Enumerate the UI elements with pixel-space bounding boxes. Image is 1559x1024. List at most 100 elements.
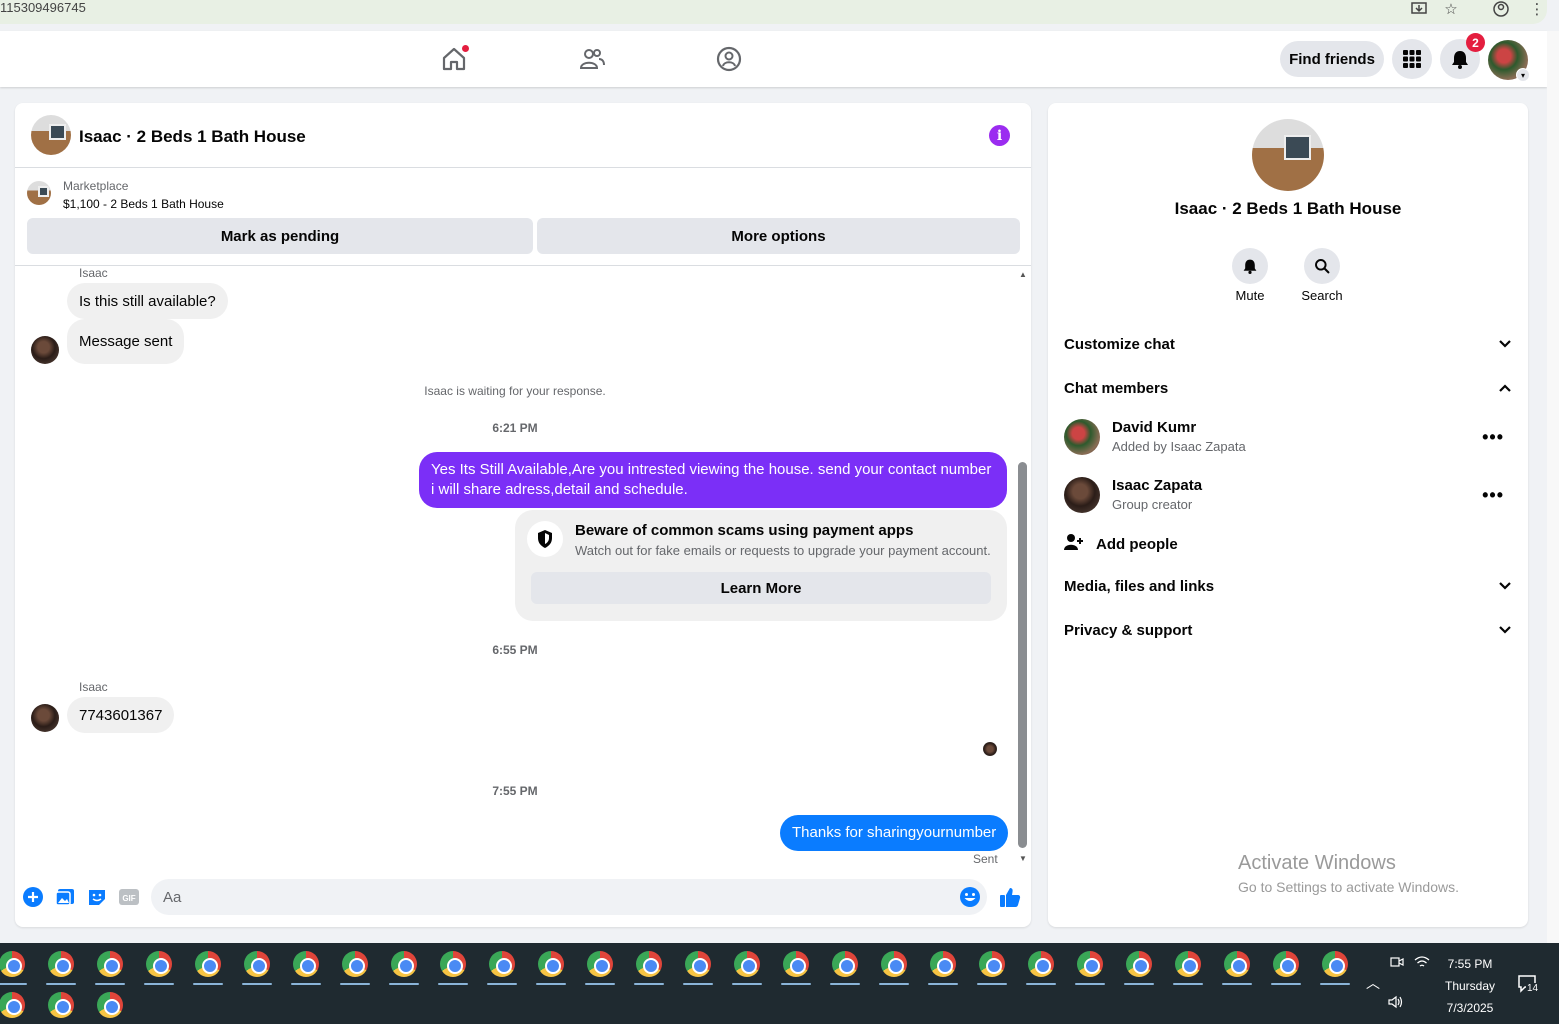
incoming-message[interactable]: Message sent bbox=[67, 319, 185, 364]
incoming-message[interactable]: Is this still available? bbox=[67, 283, 228, 319]
more-options-icon[interactable]: ••• bbox=[1482, 485, 1504, 506]
media-files-section[interactable]: Media, files and links bbox=[1064, 574, 1512, 598]
grid-icon bbox=[1403, 50, 1421, 68]
network-icon[interactable] bbox=[1414, 955, 1430, 972]
chrome-window-icon[interactable] bbox=[734, 951, 760, 977]
chrome-window-icon[interactable] bbox=[538, 951, 564, 977]
friends-icon[interactable] bbox=[578, 45, 606, 73]
marketplace-label: Marketplace bbox=[63, 179, 129, 193]
menu-grid-button[interactable] bbox=[1392, 39, 1432, 79]
member-avatar[interactable] bbox=[1064, 477, 1100, 513]
customize-chat-section[interactable]: Customize chat bbox=[1064, 332, 1512, 356]
taskbar-active-indicator bbox=[1320, 983, 1350, 985]
watermark-subtitle: Go to Settings to activate Windows. bbox=[1238, 879, 1459, 895]
learn-more-button[interactable]: Learn More bbox=[531, 572, 991, 604]
show-hidden-icons-chevron[interactable]: ︿ bbox=[1366, 973, 1380, 993]
chrome-window-icon[interactable] bbox=[489, 951, 515, 977]
scroll-down-arrow[interactable]: ▼ bbox=[1018, 854, 1028, 863]
photo-icon[interactable] bbox=[54, 886, 76, 908]
bookmark-star-icon[interactable]: ☆ bbox=[1442, 0, 1460, 18]
listing-thumbnail[interactable] bbox=[27, 181, 51, 205]
page-scrollbar[interactable] bbox=[1547, 31, 1559, 943]
outgoing-message[interactable]: Thanks for sharingyournumber bbox=[780, 815, 1009, 851]
chrome-window-icon[interactable] bbox=[293, 951, 319, 977]
chrome-window-icon[interactable] bbox=[1273, 951, 1299, 977]
chrome-window-icon[interactable] bbox=[440, 951, 466, 977]
chrome-window-icon[interactable] bbox=[342, 951, 368, 977]
chrome-window-icon[interactable] bbox=[685, 951, 711, 977]
chrome-window-icon[interactable] bbox=[1077, 951, 1103, 977]
chrome-window-icon[interactable] bbox=[1224, 951, 1250, 977]
more-options-icon[interactable]: ••• bbox=[1482, 427, 1504, 448]
chrome-window-icon[interactable] bbox=[97, 992, 123, 1018]
chrome-window-icon[interactable] bbox=[1175, 951, 1201, 977]
chrome-window-icon[interactable] bbox=[0, 992, 25, 1018]
chrome-window-icon[interactable] bbox=[391, 951, 417, 977]
account-avatar[interactable]: ▾ bbox=[1488, 40, 1530, 82]
bell-icon[interactable] bbox=[1232, 248, 1268, 284]
mark-pending-button[interactable]: Mark as pending bbox=[27, 218, 533, 254]
meet-now-icon[interactable] bbox=[1390, 955, 1404, 972]
chrome-window-icon[interactable] bbox=[930, 951, 956, 977]
chat-avatar[interactable] bbox=[31, 115, 71, 155]
chat-title[interactable]: Isaac · 2 Beds 1 Bath House bbox=[79, 127, 306, 147]
listing-title[interactable]: $1,100 - 2 Beds 1 Bath House bbox=[63, 197, 224, 211]
search-action[interactable]: Search bbox=[1286, 248, 1358, 303]
chrome-window-icon[interactable] bbox=[244, 951, 270, 977]
profile-icon[interactable] bbox=[1492, 0, 1510, 18]
gif-icon[interactable]: GIF bbox=[118, 886, 140, 908]
install-app-icon[interactable] bbox=[1410, 0, 1428, 18]
outgoing-message[interactable]: Yes Its Still Available,Are you intreste… bbox=[419, 452, 1007, 508]
chrome-window-icon[interactable] bbox=[587, 951, 613, 977]
chrome-window-icon[interactable] bbox=[48, 992, 74, 1018]
notification-center-icon[interactable]: 14 bbox=[1517, 974, 1543, 1000]
chrome-window-icon[interactable] bbox=[832, 951, 858, 977]
chat-panel: Isaac · 2 Beds 1 Bath House i Marketplac… bbox=[15, 103, 1031, 927]
chrome-window-icon[interactable] bbox=[48, 951, 74, 977]
taskbar-active-indicator bbox=[732, 983, 762, 985]
chat-members-section[interactable]: Chat members bbox=[1064, 376, 1512, 400]
emoji-icon[interactable] bbox=[959, 886, 981, 908]
scam-warning-title: Beware of common scams using payment app… bbox=[575, 522, 914, 539]
member-row[interactable]: David Kumr Added by Isaac Zapata ••• bbox=[1064, 419, 1512, 459]
scroll-up-arrow[interactable]: ▲ bbox=[1018, 270, 1028, 279]
message-input[interactable] bbox=[151, 879, 987, 915]
system-clock[interactable]: 7:55 PM Thursday 7/3/2025 bbox=[1430, 953, 1510, 1019]
mute-action[interactable]: Mute bbox=[1214, 248, 1286, 303]
plus-icon[interactable] bbox=[22, 886, 44, 908]
scroll-thumb[interactable] bbox=[1018, 462, 1027, 848]
chat-scrollbar[interactable]: ▲ ▼ bbox=[1016, 266, 1030, 866]
like-thumb-icon[interactable] bbox=[999, 886, 1021, 908]
conversation-avatar[interactable] bbox=[1252, 119, 1324, 191]
more-options-button[interactable]: More options bbox=[537, 218, 1020, 254]
sticker-icon[interactable] bbox=[86, 886, 108, 908]
browser-url-bar[interactable]: 115309496745 ☆ ⋮ bbox=[0, 0, 1547, 24]
groups-icon[interactable] bbox=[715, 45, 743, 73]
incoming-message[interactable]: 7743601367 bbox=[67, 697, 175, 733]
taskbar-active-indicator bbox=[977, 983, 1007, 985]
member-avatar[interactable] bbox=[1064, 419, 1100, 455]
browser-menu-icon[interactable]: ⋮ bbox=[1528, 0, 1546, 18]
find-friends-button[interactable]: Find friends bbox=[1280, 41, 1384, 77]
chrome-window-icon[interactable] bbox=[783, 951, 809, 977]
chrome-window-icon[interactable] bbox=[1126, 951, 1152, 977]
info-icon[interactable]: i bbox=[989, 125, 1010, 146]
chrome-window-icon[interactable] bbox=[146, 951, 172, 977]
sender-avatar[interactable] bbox=[31, 336, 59, 364]
add-people-button[interactable]: Add people bbox=[1064, 532, 1178, 556]
chrome-window-icon[interactable] bbox=[1028, 951, 1054, 977]
privacy-support-section[interactable]: Privacy & support bbox=[1064, 618, 1512, 642]
chrome-window-icon[interactable] bbox=[0, 951, 25, 977]
member-row[interactable]: Isaac Zapata Group creator ••• bbox=[1064, 477, 1512, 517]
url-text[interactable]: 115309496745 bbox=[0, 0, 86, 16]
chrome-window-icon[interactable] bbox=[97, 951, 123, 977]
search-icon[interactable] bbox=[1304, 248, 1340, 284]
chrome-window-icon[interactable] bbox=[881, 951, 907, 977]
chrome-window-icon[interactable] bbox=[1322, 951, 1348, 977]
chrome-window-icon[interactable] bbox=[195, 951, 221, 977]
volume-icon[interactable] bbox=[1388, 995, 1404, 1012]
sender-avatar[interactable] bbox=[31, 704, 59, 732]
chrome-window-icon[interactable] bbox=[979, 951, 1005, 977]
taskbar-active-indicator bbox=[95, 983, 125, 985]
chrome-window-icon[interactable] bbox=[636, 951, 662, 977]
